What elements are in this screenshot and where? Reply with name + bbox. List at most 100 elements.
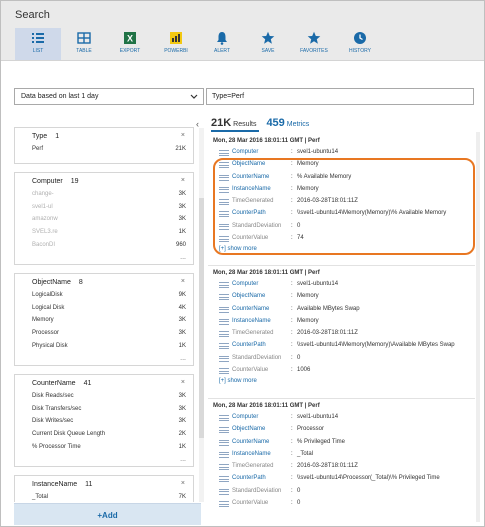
close-icon[interactable]: × <box>181 379 185 386</box>
field-name[interactable]: InstanceName <box>232 318 271 324</box>
facet-row-value: 3K <box>178 203 186 210</box>
close-icon[interactable]: × <box>181 132 185 139</box>
close-icon[interactable]: × <box>181 177 185 184</box>
field-menu-icon[interactable] <box>219 150 229 156</box>
facet-row[interactable]: Disk Writes/sec 3K <box>32 418 186 431</box>
field-menu-icon[interactable] <box>219 331 229 338</box>
field-menu-icon[interactable] <box>219 318 229 325</box>
field-menu-icon[interactable] <box>219 427 229 434</box>
record-divider <box>208 398 475 399</box>
field-menu-icon[interactable] <box>219 294 229 301</box>
facet-row[interactable]: svel1-ul 3K <box>32 204 186 217</box>
facet-row[interactable]: Physical Disk 1K <box>32 343 186 356</box>
field-name[interactable]: ObjectName <box>232 426 265 432</box>
field-name[interactable]: Computer <box>232 281 258 287</box>
facet-row[interactable]: Disk Reads/sec 3K <box>32 393 186 406</box>
more-options-icon[interactable]: ... <box>32 254 186 261</box>
close-icon[interactable]: × <box>181 480 185 487</box>
field-colon: : <box>291 367 293 374</box>
toolbar-favorites-button[interactable]: FAVORITES <box>291 28 337 60</box>
time-filter-dropdown[interactable]: Data based on last 1 day <box>14 88 204 105</box>
more-options-icon[interactable]: ... <box>32 355 186 362</box>
field-name[interactable]: ObjectName <box>232 293 265 299</box>
results-scrollbar[interactable] <box>476 132 480 522</box>
close-icon[interactable]: × <box>181 278 185 285</box>
facet-row[interactable]: Disk Transfers/sec 3K <box>32 406 186 419</box>
facet-scroll-thumb[interactable] <box>199 198 204 438</box>
facet-row[interactable]: % Processor Time 1K <box>32 444 186 457</box>
field-name[interactable]: Computer <box>232 149 258 155</box>
facet-row[interactable]: SVEL3.re 1K <box>32 229 186 242</box>
field-value: Available MBytes Swap <box>297 305 360 312</box>
toolbar-powerbi-button[interactable]: POWERBI <box>153 28 199 60</box>
toolbar-history-button[interactable]: HISTORY <box>337 28 383 60</box>
alert-bell-icon <box>214 31 230 45</box>
toolbar-save-button[interactable]: SAVE <box>245 28 291 60</box>
field-menu-icon[interactable] <box>219 501 229 508</box>
field-colon: : <box>291 354 293 361</box>
facet-header: CounterName 41 <box>32 380 186 387</box>
facet-row-value: 3K <box>178 216 186 223</box>
field-menu-icon[interactable] <box>219 368 229 375</box>
toolbar-export-button[interactable]: X EXPORT <box>107 28 153 60</box>
facet-row[interactable]: Memory 3K <box>32 317 186 330</box>
toolbar-table-button[interactable]: TABLE <box>61 28 107 60</box>
facet-row-label: Disk Reads/sec <box>32 392 74 399</box>
field-name[interactable]: CounterPath <box>232 342 266 348</box>
field-menu-icon[interactable] <box>219 306 229 313</box>
field-name[interactable]: StandardDeviation <box>232 488 281 494</box>
field-name[interactable]: CounterPath <box>232 475 266 481</box>
field-colon: : <box>291 438 293 445</box>
facet-row[interactable]: LogicalDisk 9K <box>32 292 186 305</box>
facet-name: Type <box>32 133 48 140</box>
facet-row[interactable]: Processor 3K <box>32 330 186 343</box>
facet-row[interactable]: change- 3K <box>32 191 186 204</box>
record-header: Mon, 28 Mar 2016 18:01:11 GMT | Perf <box>213 270 320 276</box>
facet-row-value: 7K <box>178 493 186 500</box>
field-name[interactable]: CounterValue <box>232 500 268 506</box>
facet-row[interactable]: Logical Disk 4K <box>32 305 186 318</box>
field-menu-icon[interactable] <box>219 464 229 471</box>
show-more-link[interactable]: [+] show more <box>219 378 475 384</box>
field-name[interactable]: CounterValue <box>232 367 268 373</box>
field-name[interactable]: TimeGenerated <box>232 463 273 469</box>
facet-row[interactable]: BaconDI 960 <box>32 242 186 255</box>
facet-scrollbar[interactable] <box>199 128 204 502</box>
add-facet-button[interactable]: +Add <box>14 503 201 525</box>
facet-count: 8 <box>78 278 83 286</box>
facet-countername: CounterName 41 × Disk Reads/sec 3K Disk Trans… <box>14 373 194 467</box>
page-title: Search <box>15 9 50 21</box>
field-name[interactable]: InstanceName <box>232 451 271 457</box>
facet-header: Type 1 <box>32 133 186 140</box>
metrics-label[interactable]: Metrics <box>287 121 310 128</box>
field-menu-icon[interactable] <box>219 343 229 350</box>
toolbar-alert-button[interactable]: ALERT <box>199 28 245 60</box>
facet-row[interactable]: _Total 7K <box>32 494 186 502</box>
facet-row[interactable]: Current Disk Queue Length 2K <box>32 431 186 444</box>
facet-row[interactable]: Perf 21K <box>32 146 186 159</box>
field-menu-icon[interactable] <box>219 476 229 483</box>
record-field: CounterName: % Privileged Time <box>213 438 475 450</box>
results-label[interactable]: Results <box>233 121 256 128</box>
facet-row-label: Current Disk Queue Length <box>32 431 106 438</box>
field-menu-icon[interactable] <box>219 439 229 446</box>
toolbar-label: HISTORY <box>348 48 372 54</box>
search-query-input[interactable]: Type=Perf <box>206 88 474 105</box>
field-name[interactable]: Computer <box>232 414 258 420</box>
more-options-icon[interactable]: ... <box>32 456 186 463</box>
toolbar-label: EXPORT <box>119 48 141 54</box>
field-name[interactable]: CounterName <box>232 439 269 445</box>
facet-row[interactable]: amazonw 3K <box>32 216 186 229</box>
facet-row-label: change- <box>32 190 54 197</box>
field-name[interactable]: StandardDeviation <box>232 355 281 361</box>
field-menu-icon[interactable] <box>219 282 229 288</box>
toolbar-list-button[interactable]: LIST <box>15 28 61 60</box>
record-field: TimeGenerated:2016-03-28T18:01:11Z <box>213 329 475 341</box>
field-name[interactable]: TimeGenerated <box>232 330 273 336</box>
field-name[interactable]: CounterName <box>232 306 269 312</box>
field-menu-icon[interactable] <box>219 415 229 421</box>
field-menu-icon[interactable] <box>219 488 229 495</box>
field-menu-icon[interactable] <box>219 451 229 458</box>
field-menu-icon[interactable] <box>219 355 229 362</box>
result-record: Mon, 28 Mar 2016 18:01:11 GMT | Perf Comp… <box>213 403 475 511</box>
